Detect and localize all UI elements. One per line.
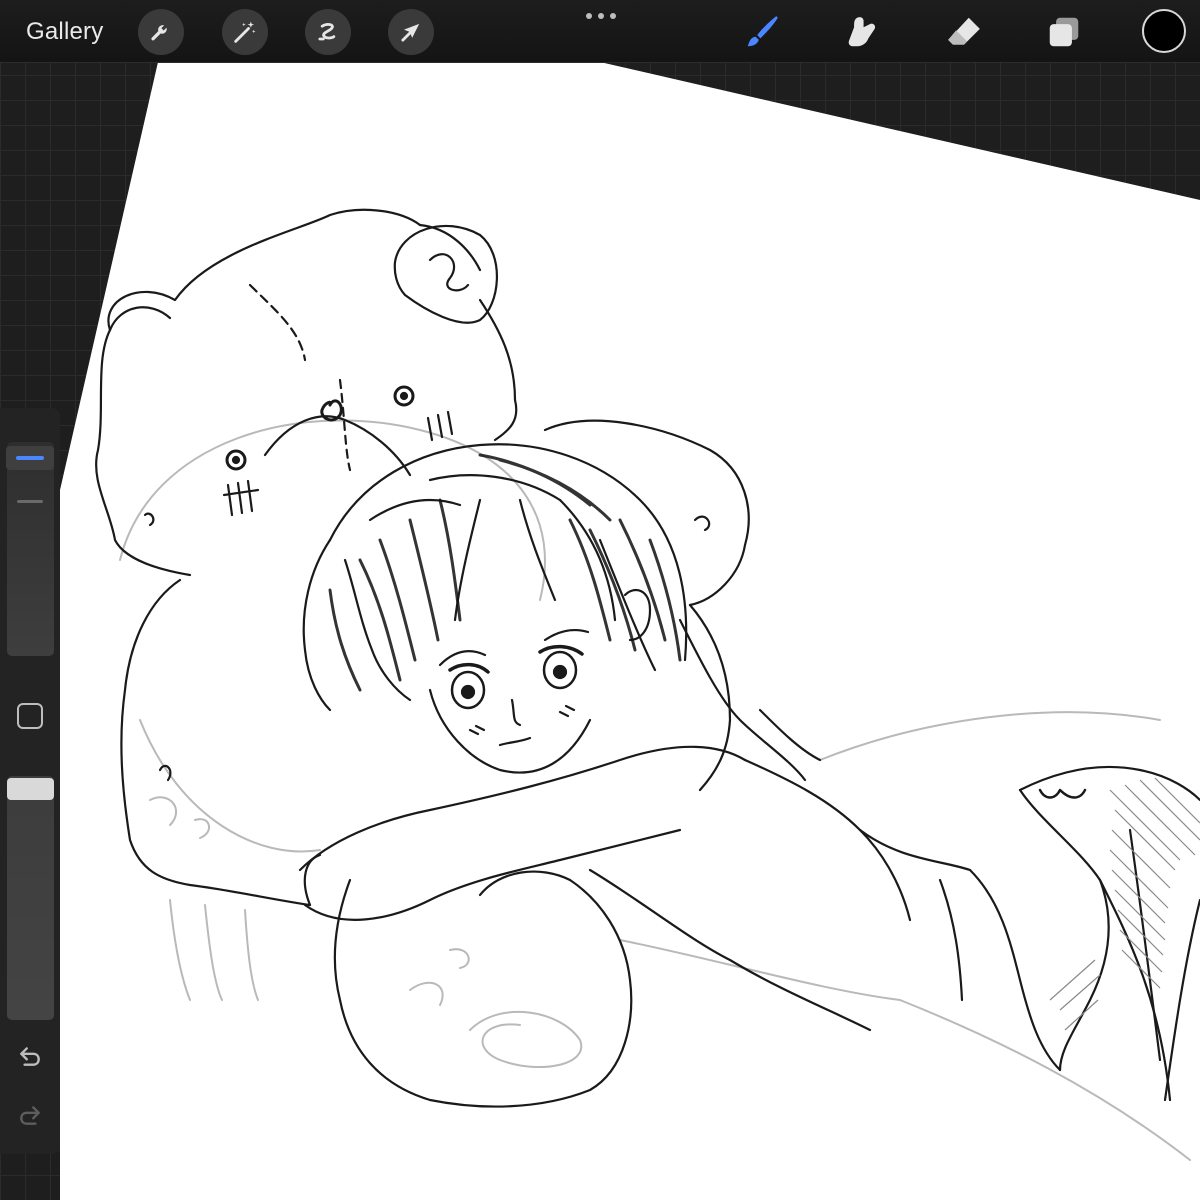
wrench-icon <box>151 25 167 41</box>
top-toolbar: Gallery <box>0 0 1200 63</box>
layers-icon <box>1049 17 1079 47</box>
brush-size-thumb[interactable] <box>6 446 54 470</box>
redo-button[interactable] <box>16 1101 44 1129</box>
more-options-icon[interactable] <box>584 8 618 24</box>
brush-size-slider[interactable] <box>7 442 54 656</box>
transform-arrow-icon <box>401 23 420 42</box>
left-sidebar <box>0 408 60 1154</box>
drawing-canvas[interactable] <box>0 0 1200 1200</box>
smudge-tool-button[interactable] <box>842 12 882 52</box>
layers-button[interactable] <box>1044 12 1084 52</box>
eraser-icon <box>948 17 980 45</box>
undo-button[interactable] <box>16 1042 44 1070</box>
magic-wand-icon <box>234 21 256 43</box>
redo-icon <box>20 1106 40 1125</box>
color-picker-button[interactable] <box>1142 9 1186 53</box>
selection-icon <box>318 23 336 41</box>
gallery-button[interactable]: Gallery <box>26 14 103 50</box>
smudge-icon <box>848 17 876 47</box>
selection-button[interactable] <box>305 9 351 55</box>
actions-button[interactable] <box>138 9 184 55</box>
brush-size-marker <box>17 500 43 503</box>
undo-icon <box>20 1047 40 1066</box>
transform-button[interactable] <box>388 9 434 55</box>
brush-opacity-slider[interactable] <box>7 776 54 1020</box>
modify-button[interactable] <box>17 703 43 729</box>
adjustments-button[interactable] <box>222 9 268 55</box>
paint-tool-button[interactable] <box>742 12 782 52</box>
eraser-tool-button[interactable] <box>944 12 984 52</box>
brush-size-indicator <box>16 456 44 460</box>
brush-opacity-thumb[interactable] <box>7 778 54 800</box>
brush-icon <box>747 16 778 47</box>
